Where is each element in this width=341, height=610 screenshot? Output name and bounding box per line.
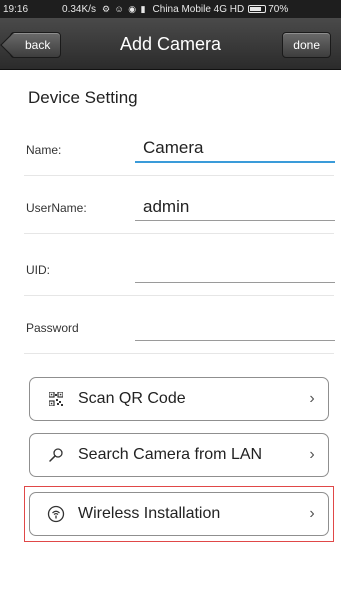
back-button[interactable]: back [10,32,62,58]
battery-icon [248,5,267,13]
uid-row: UID: [24,238,335,296]
status-icons: ⚙ ☺ ◉ ▮ [101,3,147,14]
search-camera-lan-label: Search Camera from LAN [78,446,263,463]
status-bar: 19:16 0.34K/s ⚙ ☺ ◉ ▮ China Mobile 4G HD… [0,0,341,18]
chevron-right-icon: › [309,505,315,522]
qr-code-icon [46,389,66,409]
wireless-setup-icon [46,504,66,524]
name-input[interactable] [135,135,335,163]
status-carrier: China Mobile 4G HD [152,3,245,15]
username-label: UserName: [26,201,87,215]
section-title: Device Setting [28,88,138,107]
name-row: Name: [24,118,335,176]
chevron-right-icon: › [309,446,315,463]
status-time: 19:16 [3,3,29,15]
password-row: Password [24,296,335,354]
scan-qr-code-label: Scan QR Code [78,390,186,407]
uid-input[interactable] [135,255,335,283]
chevron-right-icon: › [309,390,315,407]
username-row: UserName: [24,176,335,234]
search-camera-lan-button[interactable]: Search Camera from LAN › [29,433,329,477]
password-label: Password [26,321,79,335]
wireless-installation-label: Wireless Installation [78,505,221,522]
search-icon [46,445,66,465]
status-network-speed: 0.34K/s [62,3,96,15]
username-input[interactable] [135,193,335,221]
uid-label: UID: [26,263,50,277]
scan-qr-code-button[interactable]: Scan QR Code › [29,377,329,421]
done-button[interactable]: done [282,32,331,58]
name-label: Name: [26,143,62,157]
status-battery-percent: 70% [268,3,289,15]
wireless-installation-button[interactable]: Wireless Installation › [29,492,329,536]
navigation-bar: Add Camera back done [0,18,341,70]
password-input[interactable] [135,313,335,341]
